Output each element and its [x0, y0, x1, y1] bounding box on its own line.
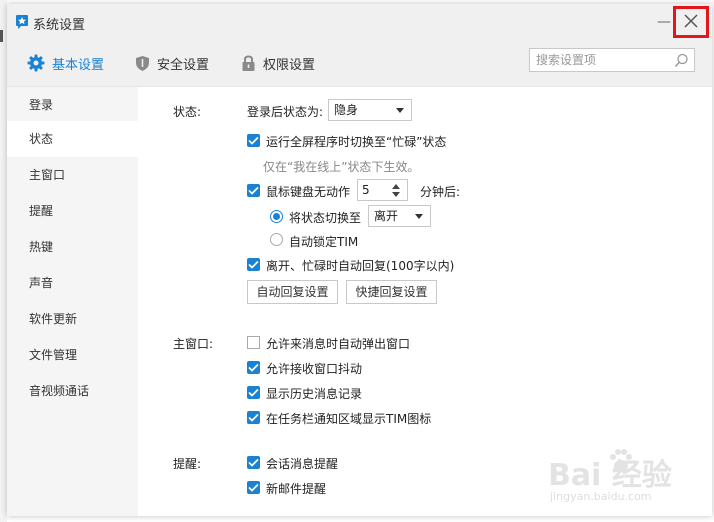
after-login-status-select[interactable]: 隐身: [328, 99, 412, 121]
sidebar-item-reminder[interactable]: 提醒: [7, 193, 138, 229]
shield-icon: [135, 55, 150, 72]
lock-icon: [241, 54, 256, 72]
new-mail-reminder-checkbox[interactable]: [247, 481, 260, 494]
close-button[interactable]: [673, 6, 709, 38]
minimize-button[interactable]: —: [655, 13, 673, 31]
stepper-up-icon[interactable]: [392, 184, 400, 189]
auto-lock-label: 自动锁定TIM: [289, 235, 359, 249]
tab-permission-settings[interactable]: 权限设置: [241, 52, 315, 74]
select-value: 隐身: [334, 103, 359, 117]
show-history-checkbox[interactable]: [247, 386, 260, 399]
watermark-url: jingyan.baidu.com: [550, 490, 652, 503]
paw-icon: [606, 446, 636, 479]
search-input[interactable]: [536, 52, 674, 68]
main-window-section-label: 主窗口:: [173, 337, 214, 351]
show-history-label: 显示历史消息记录: [266, 387, 363, 401]
auto-popup-label: 允许来消息时自动弹出窗口: [266, 337, 411, 351]
fullscreen-busy-label: 运行全屏程序时切换至“忙碌”状态: [266, 135, 447, 149]
window-shake-checkbox[interactable]: [247, 361, 260, 374]
minimize-icon: —: [657, 14, 671, 30]
stepper-down-icon[interactable]: [392, 192, 400, 197]
background-window-mark: [0, 30, 3, 42]
tab-security-settings[interactable]: 安全设置: [135, 52, 209, 74]
idle-label: 鼠标键盘无动作: [266, 185, 351, 199]
after-login-status-label: 登录后状态为:: [247, 105, 324, 119]
settings-sidebar: 登录 状态 主窗口 提醒 热键 声音 软件更新 文件管理 音视频通话: [7, 87, 138, 516]
switch-status-radio[interactable]: [270, 210, 283, 223]
tab-label: 基本设置: [52, 57, 105, 73]
tray-icon-label: 在任务栏通知区域显示TIM图标: [266, 412, 432, 426]
switch-status-select[interactable]: 离开: [368, 205, 431, 227]
idle-minutes-suffix: 分钟后:: [420, 185, 461, 199]
background-window-edge: [0, 0, 7, 522]
auto-popup-checkbox[interactable]: [247, 336, 260, 349]
session-reminder-label: 会话消息提醒: [266, 457, 339, 471]
quick-reply-settings-button[interactable]: 快捷回复设置: [346, 280, 437, 304]
status-section-label: 状态:: [173, 105, 202, 119]
reminder-section-label: 提醒:: [173, 457, 202, 471]
tab-label: 权限设置: [263, 57, 316, 73]
gear-icon: [27, 54, 45, 72]
select-value: 离开: [374, 209, 399, 223]
new-mail-reminder-label: 新邮件提醒: [266, 482, 327, 496]
tab-label: 安全设置: [157, 57, 210, 73]
sidebar-item-software-update[interactable]: 软件更新: [7, 301, 138, 337]
idle-minutes-value: 5: [362, 183, 370, 197]
idle-checkbox[interactable]: [247, 184, 260, 197]
tab-basic-settings[interactable]: 基本设置: [27, 52, 104, 74]
baidu-jingyan-watermark: Bai 经验 jingyan.baidu.com: [548, 438, 698, 518]
sidebar-item-hotkeys[interactable]: 热键: [7, 229, 138, 265]
auto-lock-radio[interactable]: [270, 233, 283, 246]
title-bar: 系统设置 —: [7, 4, 712, 40]
tim-logo-icon: [15, 14, 29, 33]
sidebar-item-sound[interactable]: 声音: [7, 265, 138, 301]
sidebar-item-file-management[interactable]: 文件管理: [7, 337, 138, 373]
window-shake-label: 允许接收窗口抖动: [266, 362, 363, 376]
search-icon[interactable]: [674, 53, 689, 71]
sidebar-item-login[interactable]: 登录: [7, 87, 138, 123]
auto-reply-settings-button[interactable]: 自动回复设置: [247, 280, 338, 304]
close-icon: [683, 13, 699, 32]
tray-icon-checkbox[interactable]: [247, 411, 260, 424]
idle-minutes-stepper[interactable]: 5: [357, 179, 408, 201]
fullscreen-busy-checkbox[interactable]: [247, 134, 260, 147]
chevron-down-icon: [415, 214, 423, 219]
switch-status-label: 将状态切换至: [289, 211, 362, 225]
sidebar-item-av-call[interactable]: 音视频通话: [7, 373, 138, 409]
chevron-down-icon: [396, 108, 404, 113]
window-title: 系统设置: [33, 18, 86, 33]
auto-reply-label: 离开、忙碌时自动回复(100字以内): [266, 259, 455, 273]
settings-search-box[interactable]: [529, 48, 695, 72]
session-reminder-checkbox[interactable]: [247, 456, 260, 469]
fullscreen-busy-hint: 仅在“我在线上”状态下生效。: [263, 160, 420, 174]
auto-reply-checkbox[interactable]: [247, 258, 260, 271]
sidebar-item-main-window[interactable]: 主窗口: [7, 157, 138, 193]
sidebar-item-status[interactable]: 状态: [7, 121, 138, 157]
